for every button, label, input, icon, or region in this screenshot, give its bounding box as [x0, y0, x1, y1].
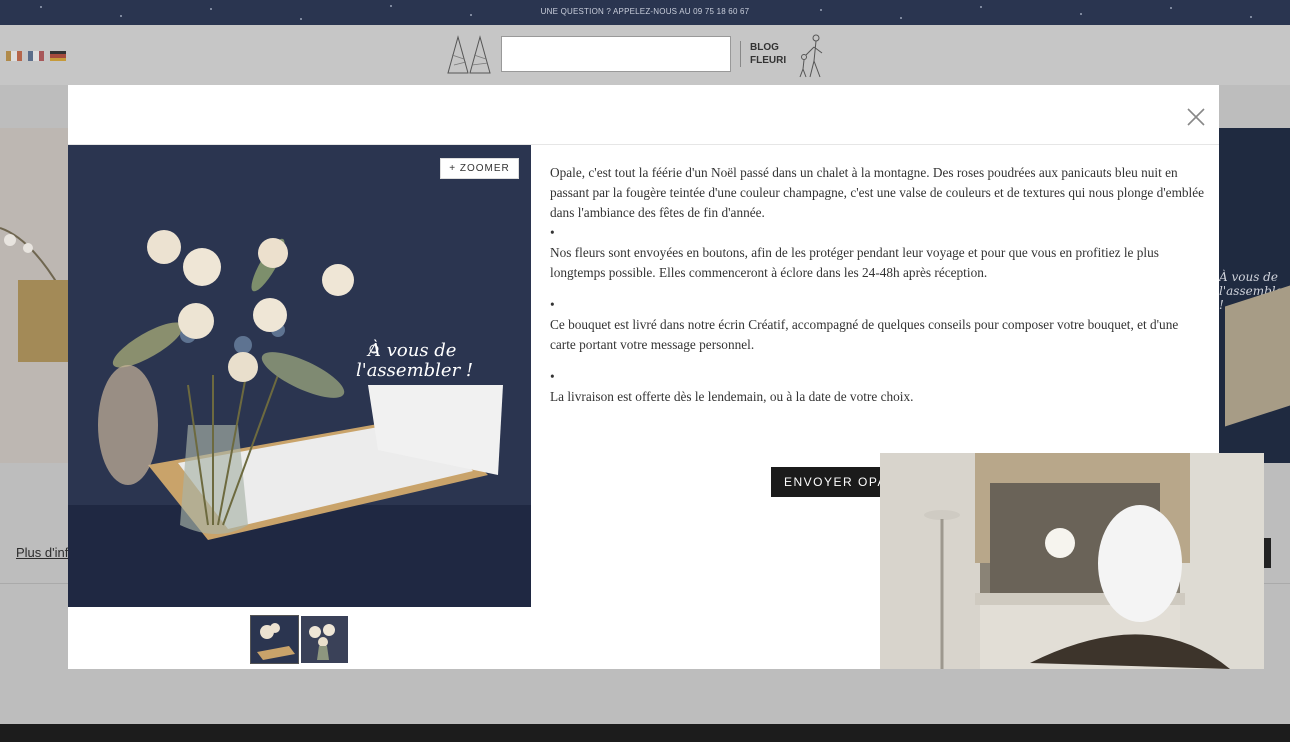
- description-paragraph: La livraison est offerte dès le lendemai…: [550, 389, 914, 404]
- description-paragraph: Nos fleurs sont envoyées en boutons, afi…: [550, 245, 1159, 280]
- close-icon[interactable]: [1185, 106, 1207, 128]
- send-bouquet-button[interactable]: ENVOYER OPA: [771, 467, 891, 497]
- site-footer: [0, 724, 1290, 742]
- image-text-line2: l'assembler !: [356, 360, 474, 381]
- background-box: [18, 280, 68, 362]
- blog-label-line1: BLOG: [750, 42, 779, 53]
- description-paragraph: Ce bouquet est livré dans notre écrin Cr…: [550, 317, 1179, 352]
- language-flags: [6, 51, 66, 61]
- modal-header: [68, 85, 1219, 145]
- background-product-left: [0, 128, 68, 463]
- zoom-button[interactable]: + ZOOMER: [440, 158, 519, 179]
- thumbnail-2[interactable]: [301, 616, 348, 663]
- thumbnail-image: [251, 616, 298, 663]
- contact-phone-message[interactable]: UNE QUESTION ? APPELEZ-NOUS AU 09 75 18 …: [0, 7, 1290, 16]
- background-banner-line1: À vous de: [1219, 270, 1278, 284]
- bullet-point: •: [550, 297, 555, 312]
- people-illustration-icon: [799, 34, 823, 78]
- image-text-line1: À vous de: [368, 340, 457, 361]
- product-image[interactable]: + ZOOMER À vous de l'assembler !: [68, 145, 531, 607]
- snow-dot: [900, 17, 902, 19]
- topbar: UNE QUESTION ? APPELEZ-NOUS AU 09 75 18 …: [0, 0, 1290, 25]
- snow-dot: [300, 18, 302, 20]
- webcam-feed: [880, 453, 1264, 669]
- background-button-edge[interactable]: [1264, 538, 1271, 568]
- thumbnail-list: [250, 615, 348, 664]
- flag-icon[interactable]: [6, 51, 22, 61]
- background-product-right: À vous de l'assembler !: [1219, 128, 1290, 463]
- blog-label-line2: FLEURI: [750, 55, 787, 66]
- image-overlay-text: À vous de l'assembler !: [356, 341, 473, 381]
- flag-icon[interactable]: [50, 51, 66, 61]
- thumbnail-1[interactable]: [250, 615, 299, 664]
- flag-icon[interactable]: [28, 51, 44, 61]
- bullet-point: •: [550, 225, 555, 240]
- snow-dot: [1250, 16, 1252, 18]
- site-header: BLOG FLEURI: [0, 25, 1290, 85]
- description-paragraph: Opale, c'est tout la féérie d'un Noël pa…: [550, 165, 1205, 220]
- search-input[interactable]: [501, 36, 731, 72]
- face-blur: [1098, 505, 1182, 622]
- blog-link[interactable]: BLOG FLEURI: [740, 41, 786, 67]
- thumbnail-image: [301, 616, 348, 663]
- bullet-point: •: [550, 369, 555, 384]
- product-description: Opale, c'est tout la féérie d'un Noël pa…: [550, 163, 1205, 407]
- background-box: [1225, 285, 1290, 427]
- more-info-link[interactable]: Plus d'inf: [16, 545, 68, 560]
- webcam-overlay: [880, 453, 1264, 669]
- tree-logo-icon[interactable]: [444, 35, 494, 77]
